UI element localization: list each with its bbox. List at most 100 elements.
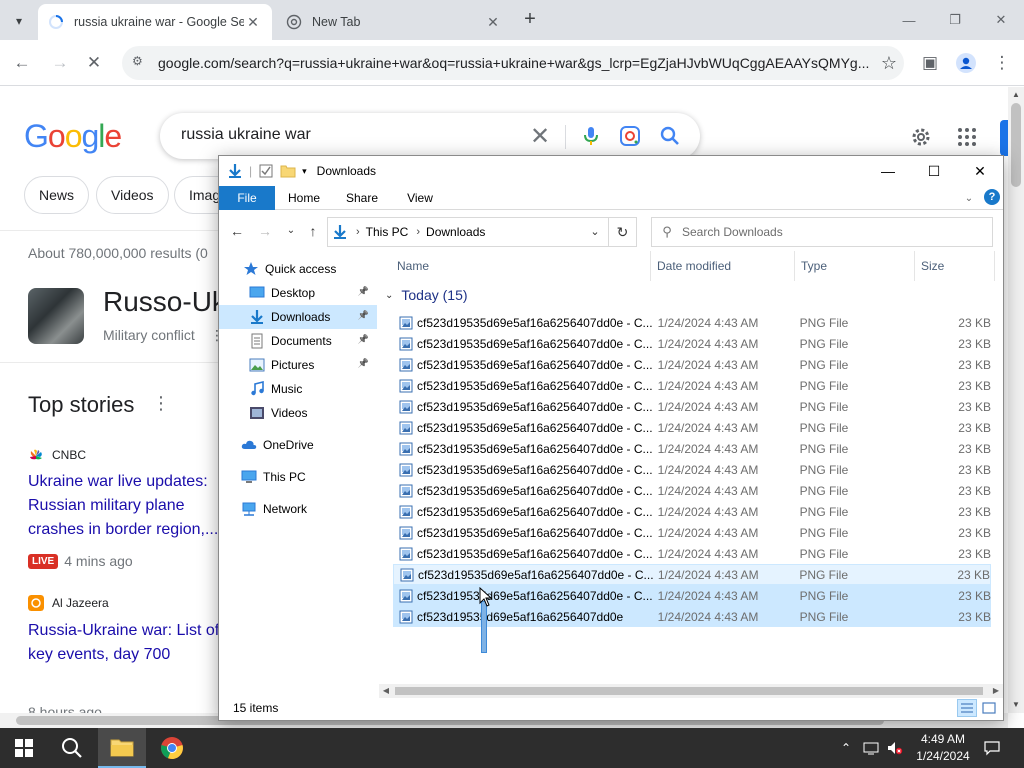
minimize-icon[interactable]: — <box>865 156 911 186</box>
clear-search-icon[interactable]: ✕ <box>530 122 550 151</box>
file-row[interactable]: cf523d19535d69e5af16a6256407dd0e - C... 1… <box>393 459 991 480</box>
close-tab-icon[interactable]: ✕ <box>484 14 502 31</box>
ribbon-tab-file[interactable]: File <box>219 186 275 210</box>
sign-in-button[interactable] <box>1000 120 1008 156</box>
network-status-icon[interactable] <box>860 728 882 768</box>
back-arrow-icon[interactable]: ← <box>227 221 247 241</box>
search-icon[interactable] <box>659 125 681 147</box>
stop-loading-icon[interactable]: ✕ <box>80 49 108 77</box>
properties-check-icon[interactable] <box>258 163 274 179</box>
close-tab-icon[interactable]: ✕ <box>244 14 262 31</box>
file-row[interactable]: cf523d19535d69e5af16a6256407dd0e - C... 1… <box>393 396 991 417</box>
search-query[interactable]: russia ukraine war <box>181 126 311 144</box>
file-row[interactable]: cf523d19535d69e5af16a6256407dd0e - C... 1… <box>393 501 991 522</box>
pin-icon[interactable]: 📌 <box>358 358 369 369</box>
close-window-icon[interactable]: ✕ <box>957 156 1003 186</box>
scroll-up-arrow-icon[interactable]: ▲ <box>1008 87 1024 103</box>
breadcrumb-chevron-icon[interactable]: › <box>356 226 360 238</box>
nav-item-network[interactable]: Network <box>219 497 377 521</box>
ribbon-tab-share[interactable]: Share <box>339 186 385 210</box>
restore-icon[interactable]: ❐ <box>932 0 978 40</box>
volume-muted-icon[interactable] <box>884 728 906 768</box>
download-arrow-icon[interactable] <box>227 163 243 179</box>
tab-search-chevron-icon[interactable]: ▾ <box>6 8 32 34</box>
file-row[interactable]: cf523d19535d69e5af16a6256407dd0e - C... 1… <box>393 480 991 501</box>
google-lens-icon[interactable] <box>619 125 641 147</box>
details-view-icon[interactable] <box>957 699 977 717</box>
breadcrumb-this-pc[interactable]: This PC <box>366 225 409 239</box>
notifications-icon[interactable] <box>980 728 1004 768</box>
explorer-address-bar[interactable]: › This PC › Downloads ⌄ <box>327 217 609 247</box>
bookmark-star-icon[interactable]: ☆ <box>874 53 904 74</box>
minimize-icon[interactable]: — <box>886 0 932 40</box>
breadcrumb-downloads[interactable]: Downloads <box>426 225 485 239</box>
news-headline-link[interactable]: Russia-Ukraine war: List of key events, … <box>28 619 228 667</box>
chrome-menu-icon[interactable]: ⋮ <box>988 49 1016 77</box>
nav-item-quick-access[interactable]: Quick access <box>219 257 377 281</box>
help-icon[interactable]: ? <box>984 189 1000 205</box>
pin-icon[interactable]: 📌 <box>358 286 369 297</box>
url-text[interactable]: google.com/search?q=russia+ukraine+war&o… <box>158 55 874 71</box>
taskbar-clock[interactable]: 4:49 AM 1/24/2024 <box>908 731 978 765</box>
file-row[interactable]: cf523d19535d69e5af16a6256407dd0e - C... 1… <box>393 543 991 564</box>
file-row[interactable]: cf523d19535d69e5af16a6256407dd0e - C... 1… <box>393 564 991 585</box>
chip-videos[interactable]: Videos <box>96 176 169 214</box>
file-row[interactable]: cf523d19535d69e5af16a6256407dd0e - C... 1… <box>393 312 991 333</box>
microphone-icon[interactable] <box>580 125 602 147</box>
ribbon-tab-home[interactable]: Home <box>281 186 327 210</box>
refresh-icon[interactable]: ↻ <box>609 217 637 247</box>
customize-toolbar-chevron-icon[interactable]: ▾ <box>302 166 307 177</box>
show-hidden-icons-chevron-icon[interactable]: ⌃ <box>836 728 856 768</box>
taskbar-search-button[interactable] <box>48 728 96 768</box>
scroll-down-arrow-icon[interactable]: ▼ <box>1008 697 1024 713</box>
scroll-right-arrow-icon[interactable]: ▶ <box>989 684 1003 698</box>
knowledge-panel-title[interactable]: Russo-Uk <box>103 286 226 318</box>
search-downloads-input[interactable]: ⚲ Search Downloads <box>651 217 993 247</box>
more-options-icon[interactable]: ⋮ <box>152 393 170 414</box>
tab-google-search[interactable]: russia ukraine war - Google Sea ✕ <box>38 4 272 40</box>
chip-news[interactable]: News <box>24 176 90 214</box>
file-row[interactable]: cf523d19535d69e5af16a6256407dd0e - C... 1… <box>393 438 991 459</box>
group-header-today[interactable]: ⌄ Today (15) <box>385 287 468 303</box>
forward-arrow-icon[interactable]: → <box>255 221 275 241</box>
breadcrumb-chevron-icon[interactable]: › <box>416 226 420 238</box>
nav-item-desktop[interactable]: Desktop 📌 <box>219 281 377 305</box>
file-row[interactable]: cf523d19535d69e5af16a6256407dd0e - C... 1… <box>393 333 991 354</box>
column-header-type[interactable]: Type <box>795 251 915 281</box>
taskbar-chrome[interactable] <box>148 728 196 768</box>
column-header-name[interactable]: Name <box>391 251 651 281</box>
ribbon-tab-view[interactable]: View <box>397 186 443 210</box>
up-arrow-icon[interactable]: ↑ <box>303 221 323 241</box>
nav-item-pictures[interactable]: Pictures 📌 <box>219 353 377 377</box>
file-row[interactable]: cf523d19535d69e5af16a6256407dd0e - C... 1… <box>393 417 991 438</box>
back-arrow-icon[interactable]: ← <box>8 49 36 77</box>
new-tab-plus-icon[interactable]: + <box>518 8 542 32</box>
file-row[interactable]: cf523d19535d69e5af16a6256407dd0e - C... 1… <box>393 522 991 543</box>
expand-ribbon-chevron-icon[interactable]: ⌄ <box>961 186 977 210</box>
file-list-horizontal-scrollbar[interactable]: ◀ ▶ <box>379 684 1003 698</box>
scrollbar-thumb[interactable] <box>395 687 983 695</box>
close-window-icon[interactable]: ✕ <box>978 0 1024 40</box>
address-bar[interactable]: ⚙ google.com/search?q=russia+ukraine+war… <box>122 46 904 80</box>
file-row[interactable]: cf523d19535d69e5af16a6256407dd0e - C... 1… <box>393 375 991 396</box>
profile-avatar-icon[interactable] <box>952 49 980 77</box>
nav-item-this-pc[interactable]: This PC <box>219 465 377 489</box>
google-apps-icon[interactable] <box>955 125 979 149</box>
taskbar-file-explorer[interactable] <box>98 728 146 768</box>
maximize-icon[interactable]: ☐ <box>911 156 957 186</box>
search-placeholder[interactable]: Search Downloads <box>682 225 783 239</box>
nav-item-documents[interactable]: Documents 📌 <box>219 329 377 353</box>
site-info-icon[interactable]: ⚙ <box>132 54 150 72</box>
tab-new-tab[interactable]: New Tab ✕ <box>276 4 512 40</box>
scrollbar-thumb[interactable] <box>1011 103 1021 187</box>
nav-item-downloads[interactable]: Downloads 📌 <box>219 305 377 329</box>
scroll-left-arrow-icon[interactable]: ◀ <box>379 684 393 698</box>
large-icons-view-icon[interactable] <box>979 699 999 717</box>
file-row[interactable]: cf523d19535d69e5af16a6256407dd0e - C... 1… <box>393 354 991 375</box>
column-header-date-modified[interactable]: Date modified <box>651 251 795 281</box>
knowledge-panel-image[interactable] <box>28 288 84 344</box>
collapse-chevron-icon[interactable]: ⌄ <box>385 290 393 301</box>
start-button[interactable] <box>0 728 48 768</box>
pin-icon[interactable]: 📌 <box>358 334 369 345</box>
column-header-size[interactable]: Size <box>915 251 995 281</box>
